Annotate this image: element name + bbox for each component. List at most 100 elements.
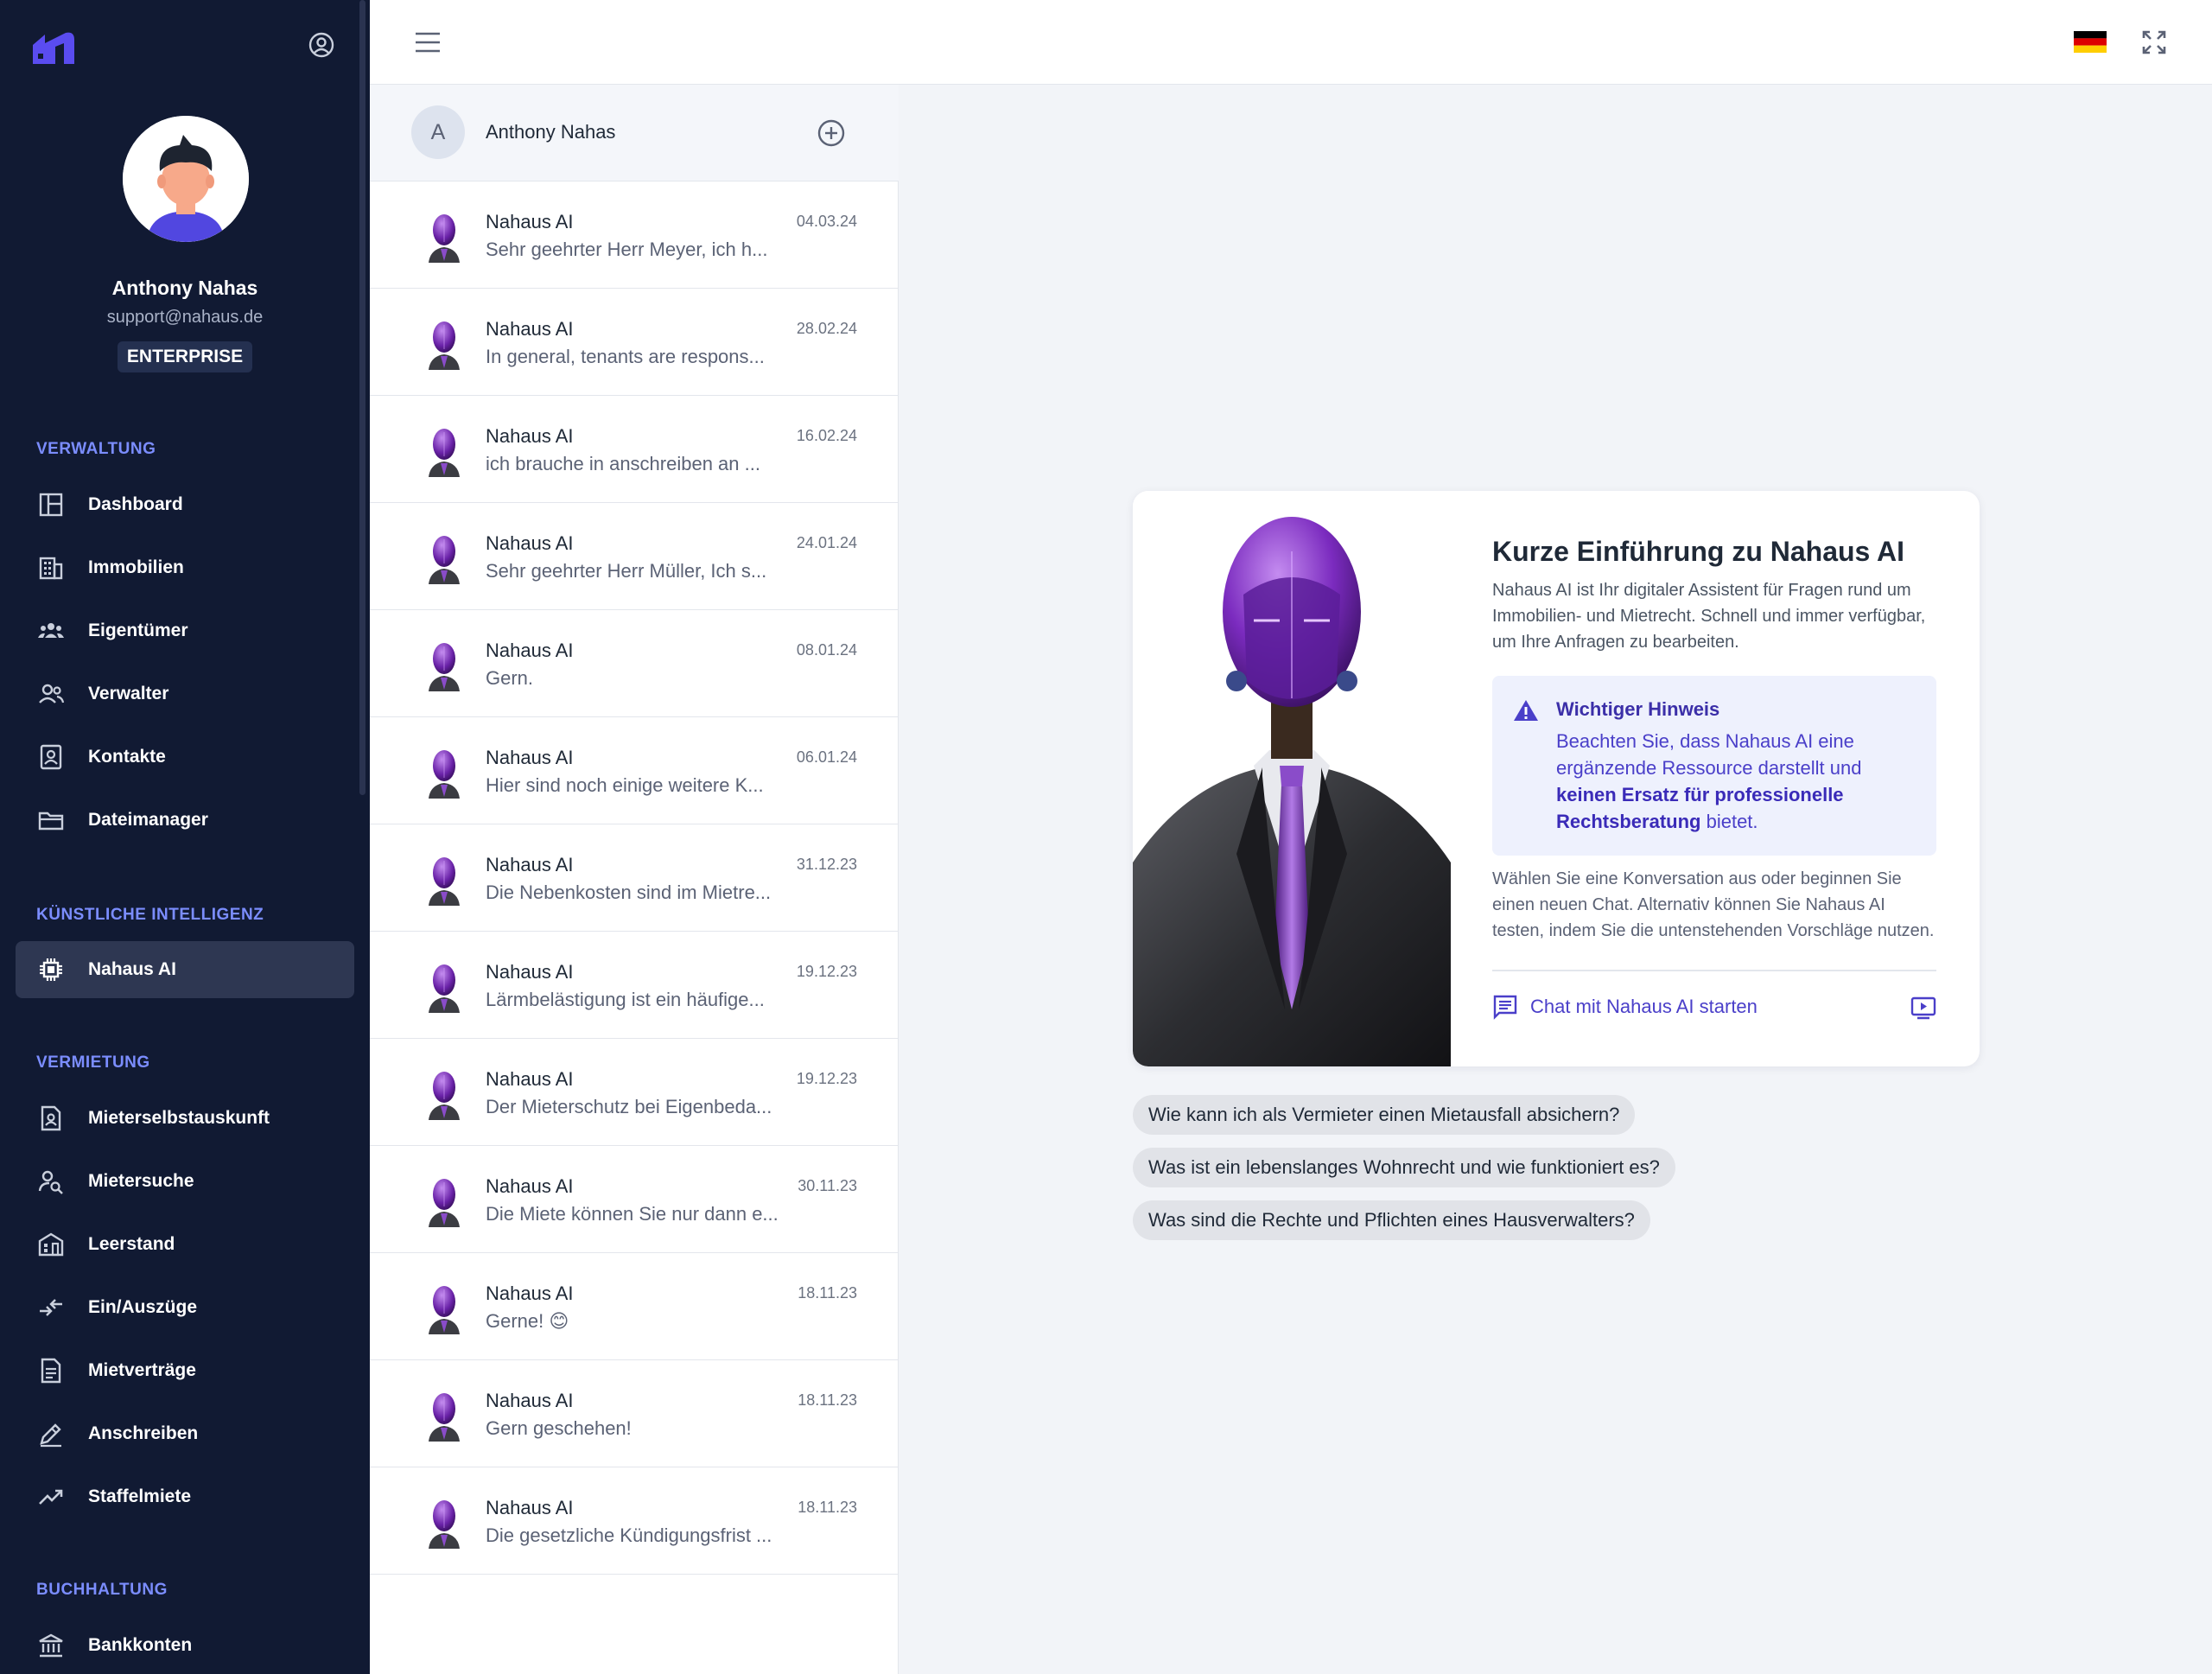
sidebar-item-anschreiben[interactable]: Anschreiben (16, 1405, 354, 1462)
nahaus-logo-icon[interactable] (31, 29, 76, 66)
chat-preview: Die Nebenkosten sind im Mietre... (486, 882, 772, 903)
chat-title: Nahaus AI (486, 854, 574, 875)
suggestion-chip[interactable]: Wie kann ich als Vermieter einen Mietaus… (1133, 1095, 1636, 1135)
chat-list-item[interactable]: Nahaus AI 19.12.23 Lärmbelästigung ist ein… (370, 932, 899, 1039)
chat-title: Nahaus AI (486, 1283, 574, 1304)
sidebar-item-nahaus-ai[interactable]: Nahaus AI (16, 941, 354, 998)
header-user-name: Anthony Nahas (486, 121, 616, 143)
sidebar-item-ein-auszuege[interactable]: Ein/Auszüge (16, 1279, 354, 1336)
users-icon (36, 679, 66, 709)
sidebar-item-mietersuche[interactable]: Mietersuche (16, 1153, 354, 1210)
intro-card: Kurze Einführung zu Nahaus AI Nahaus AI … (1133, 491, 1980, 1066)
chat-preview: ich brauche in anschreiben an ... (486, 453, 760, 474)
sidebar-item-bankkonten[interactable]: Bankkonten (16, 1617, 354, 1674)
sidebar-item-dateimanager[interactable]: Dateimanager (16, 792, 354, 849)
sidebar-item-mietvertraege[interactable]: Mietverträge (16, 1342, 354, 1399)
chat-title: Nahaus AI (486, 1068, 574, 1090)
chat-date: 19.12.23 (796, 963, 857, 980)
chat-preview: Die Miete können Sie nur dann e... (486, 1203, 779, 1225)
sidebar-item-kontakte[interactable]: Kontakte (16, 729, 354, 786)
sidebar-item-eigentuemer[interactable]: Eigentümer (16, 602, 354, 659)
avatar[interactable] (123, 116, 249, 242)
sidebar-item-staffelmiete[interactable]: Staffelmiete (16, 1468, 354, 1525)
vacancy-building-icon (36, 1230, 66, 1259)
chat-list-item[interactable]: Nahaus AI 19.12.23 Der Mieterschutz bei Ei… (370, 1039, 899, 1146)
nahaus-ai-avatar-icon (425, 961, 463, 1013)
chat-preview: Gerne! 😊 (486, 1310, 569, 1332)
nahaus-ai-avatar-icon (425, 1390, 463, 1442)
chat-list-item[interactable]: Nahaus AI 06.01.24 Hier sind noch einige w… (370, 717, 899, 824)
sidebar-item-label: Nahaus AI (88, 959, 176, 979)
dashboard-icon (36, 490, 66, 519)
chat-list-item[interactable]: Nahaus AI 18.11.23 Die gesetzliche Kündigu… (370, 1467, 899, 1575)
section-title-ki: KÜNSTLICHE INTELLIGENZ (36, 906, 264, 924)
topbar (370, 0, 2212, 85)
chat-list-item[interactable]: Nahaus AI 31.12.23 Die Nebenkosten sind im… (370, 824, 899, 932)
sidebar-item-label: Staffelmiete (88, 1486, 192, 1506)
sidebar-item-immobilien[interactable]: Immobilien (16, 539, 354, 596)
sidebar-item-label: Mietersuche (88, 1171, 194, 1191)
video-tutorial-icon[interactable] (1910, 996, 1936, 1020)
nahaus-ai-avatar-icon (425, 532, 463, 584)
chat-title: Nahaus AI (486, 640, 574, 661)
sidebar-item-label: Dateimanager (88, 810, 208, 830)
start-chat-button[interactable]: Chat mit Nahaus AI starten (1492, 994, 1758, 1020)
nahaus-ai-avatar-icon (425, 425, 463, 477)
contact-card-icon (36, 742, 66, 772)
sidebar-item-label: Anschreiben (88, 1423, 199, 1443)
sidebar-item-verwalter[interactable]: Verwalter (16, 665, 354, 722)
sidebar-item-dashboard[interactable]: Dashboard (16, 476, 354, 533)
fullscreen-icon[interactable] (2141, 29, 2167, 55)
chat-list-item[interactable]: Nahaus AI 30.11.23 Die Miete können Sie nu… (370, 1146, 899, 1253)
sidebar-item-label: Immobilien (88, 557, 184, 577)
chat-date: 30.11.23 (798, 1177, 857, 1194)
sidebar-item-label: Bankkonten (88, 1635, 193, 1655)
chat-date: 19.12.23 (796, 1070, 857, 1087)
chat-list-item[interactable]: Nahaus AI 04.03.24 Sehr geehrter Herr Meye… (370, 181, 899, 289)
chat-preview: Der Mieterschutz bei Eigenbeda... (486, 1096, 772, 1117)
menu-icon[interactable] (415, 31, 441, 54)
chat-preview: Hier sind noch einige weitere K... (486, 774, 764, 796)
sidebar-scrollbar[interactable] (359, 0, 365, 795)
nahaus-ai-avatar-icon (425, 1068, 463, 1120)
contract-icon (36, 1356, 66, 1385)
nahaus-ai-avatar-icon (425, 640, 463, 691)
add-chat-icon[interactable] (816, 118, 847, 149)
chat-title: Nahaus AI (486, 961, 574, 983)
chat-list-item[interactable]: Nahaus AI 28.02.24 In general, tenants are… (370, 289, 899, 396)
chat-list-item[interactable]: Nahaus AI 18.11.23 Gern geschehen! (370, 1360, 899, 1467)
sidebar-item-mieterselbstauskunft[interactable]: Mieterselbstauskunft (16, 1090, 354, 1147)
nahaus-ai-avatar-icon (425, 211, 463, 263)
account-circle-icon[interactable] (308, 31, 335, 59)
sidebar-item-label: Dashboard (88, 494, 183, 514)
german-flag-icon[interactable] (2074, 31, 2107, 53)
chat-preview: Sehr geehrter Herr Meyer, ich h... (486, 239, 768, 260)
user-email: support@nahaus.de (106, 308, 264, 327)
start-chat-label: Chat mit Nahaus AI starten (1530, 996, 1758, 1017)
chat-date: 18.11.23 (798, 1391, 857, 1409)
folder-icon (36, 805, 66, 835)
chat-title: Nahaus AI (486, 747, 574, 768)
suggestion-chip[interactable]: Was sind die Rechte und Pflichten eines … (1133, 1200, 1650, 1240)
chat-preview: Lärmbelästigung ist ein häufige... (486, 989, 765, 1010)
card-divider (1492, 970, 1936, 971)
section-title-vermietung: VERMIETUNG (36, 1053, 150, 1072)
chat-list-item[interactable]: Nahaus AI 08.01.24 Gern. (370, 610, 899, 717)
chat-list-item[interactable]: Nahaus AI 16.02.24 ich brauche in anschrei… (370, 396, 899, 503)
intro-description: Nahaus AI ist Ihr digitaler Assistent fü… (1492, 581, 1926, 652)
warning-icon (1514, 700, 1538, 721)
sidebar-item-label: Ein/Auszüge (88, 1297, 198, 1317)
chat-list-item[interactable]: Nahaus AI 18.11.23 Gerne! 😊 (370, 1253, 899, 1360)
chat-list: A Anthony Nahas Nahaus AI 04.03.24 Sehr ge… (370, 85, 899, 1674)
sidebar-item-leerstand[interactable]: Leerstand (16, 1216, 354, 1273)
chat-date: 28.02.24 (796, 320, 857, 337)
chat-preview: Sehr geehrter Herr Müller, Ich s... (486, 560, 767, 582)
building-icon (36, 553, 66, 582)
chat-title: Nahaus AI (486, 1497, 574, 1518)
chat-list-item[interactable]: Nahaus AI 24.01.24 Sehr geehrter Herr Müll… (370, 503, 899, 610)
sidebar-item-label: Leerstand (88, 1234, 175, 1254)
chat-title: Nahaus AI (486, 1175, 574, 1197)
chat-title: Nahaus AI (486, 532, 574, 554)
sidebar-item-label: Mieterselbstauskunft (88, 1108, 270, 1128)
suggestion-chip[interactable]: Was ist ein lebenslanges Wohnrecht und w… (1133, 1148, 1675, 1187)
